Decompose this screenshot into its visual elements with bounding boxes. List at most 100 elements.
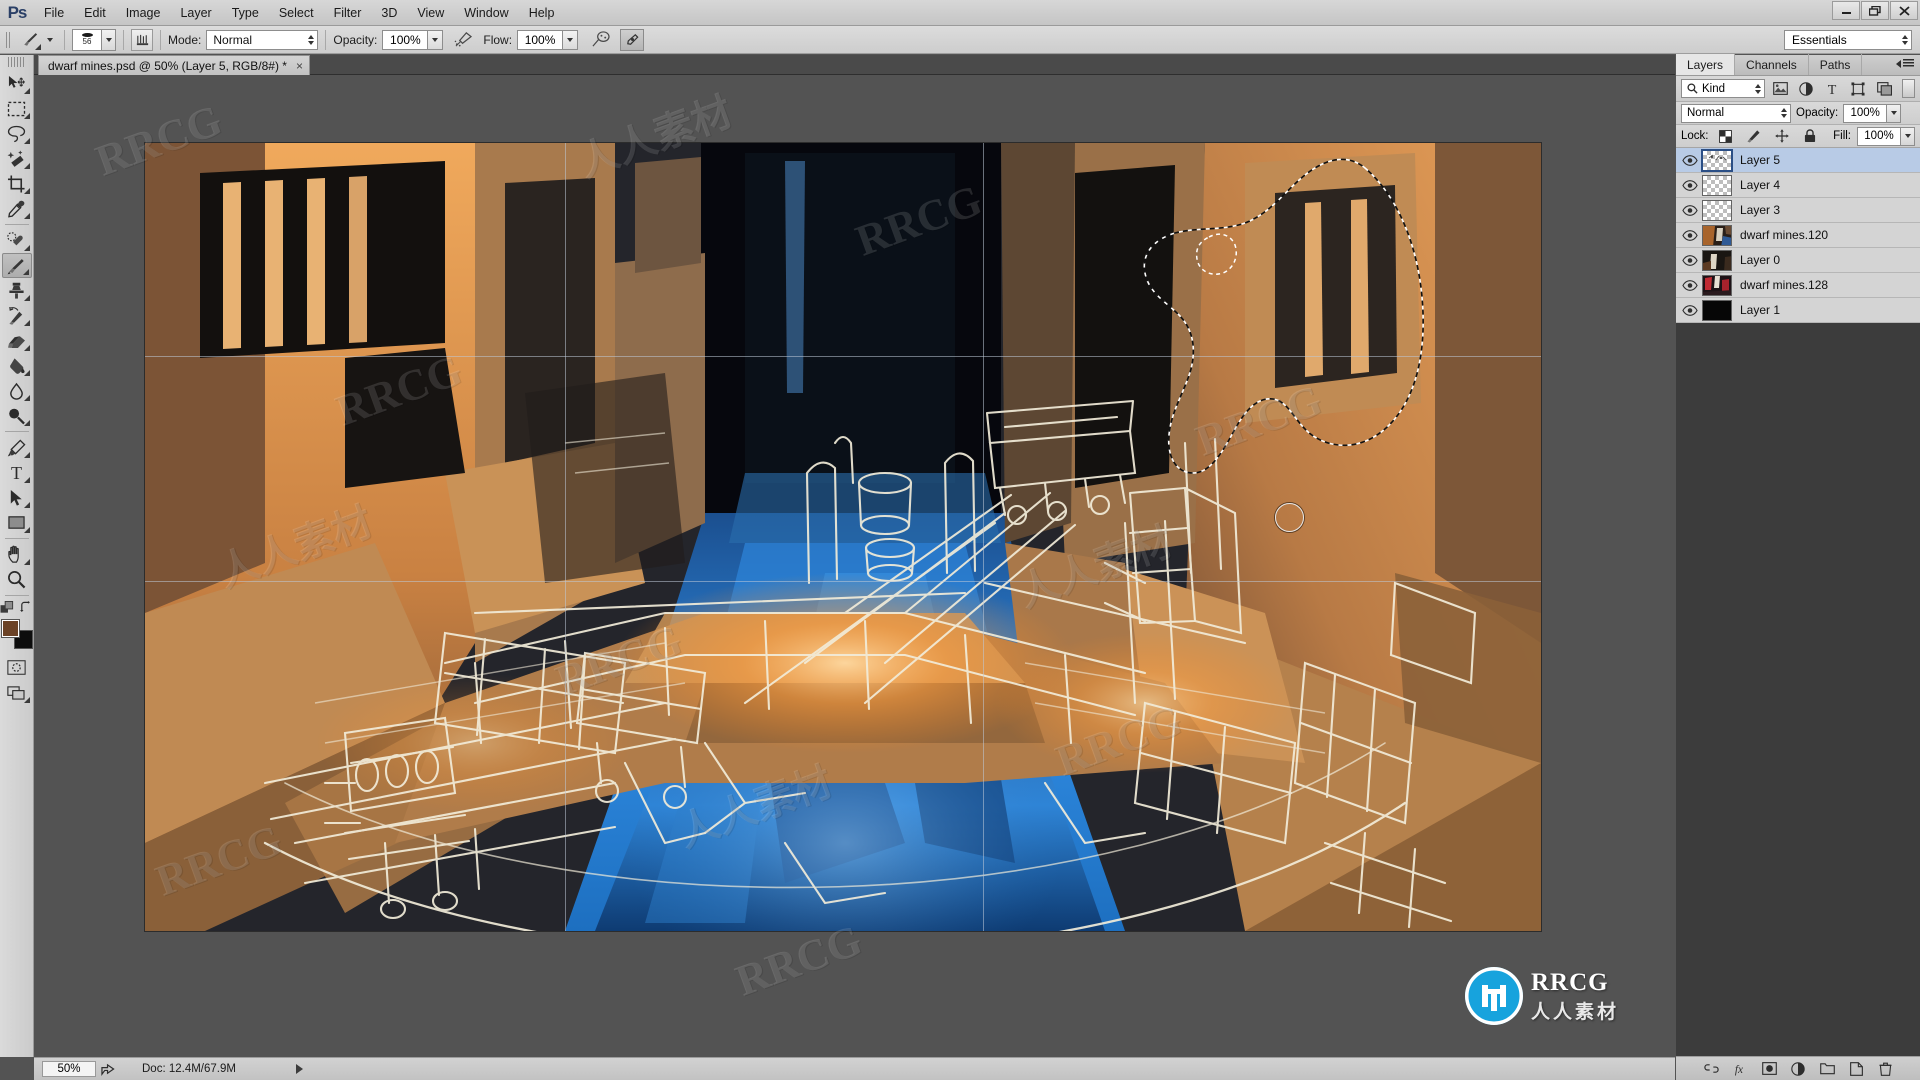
tools-panel-grip[interactable] (7, 57, 26, 67)
new-fill-adjustment-icon[interactable] (1790, 1061, 1806, 1077)
layer-thumbnail[interactable] (1701, 148, 1733, 172)
zoom-tool[interactable] (2, 567, 32, 592)
menu-3d[interactable]: 3D (371, 0, 407, 26)
brush-size-preset[interactable]: 56 (72, 28, 116, 51)
zoom-level-field[interactable]: 50% (42, 1061, 96, 1077)
panel-menu-icon[interactable] (1896, 59, 1914, 68)
link-layers-icon[interactable] (1703, 1061, 1719, 1077)
clone-stamp-tool[interactable] (2, 278, 32, 303)
color-swatches[interactable] (0, 619, 33, 649)
workspace-selector[interactable]: Essentials (1784, 30, 1912, 50)
layer-opacity-value[interactable]: 100% (1843, 103, 1888, 123)
flow-value[interactable]: 100% (517, 29, 564, 50)
layer-visibility-icon[interactable] (1678, 304, 1702, 316)
new-group-icon[interactable] (1819, 1061, 1835, 1077)
adjustment-filter-icon[interactable] (1795, 79, 1817, 99)
table-row[interactable]: Layer 5 (1676, 148, 1920, 173)
menu-select[interactable]: Select (269, 0, 324, 26)
spot-healing-brush-tool[interactable] (2, 228, 32, 253)
brush-preview[interactable]: 56 (72, 28, 102, 51)
table-row[interactable]: dwarf mines.120 (1676, 223, 1920, 248)
layer-thumbnail[interactable] (1702, 299, 1732, 321)
brush-picker-arrow[interactable] (102, 28, 116, 51)
minimize-button[interactable] (1832, 1, 1860, 20)
filter-enable-toggle[interactable] (1902, 79, 1915, 98)
layer-thumbnail[interactable] (1702, 224, 1732, 246)
blur-tool[interactable] (2, 378, 32, 403)
table-row[interactable]: dwarf mines.128 (1676, 273, 1920, 298)
pixel-filter-icon[interactable] (1769, 79, 1791, 99)
layer-thumbnail[interactable] (1702, 199, 1732, 221)
table-row[interactable]: Layer 1 (1676, 298, 1920, 323)
layer-visibility-icon[interactable] (1678, 154, 1702, 166)
fill-arrow[interactable] (1901, 126, 1915, 146)
layer-thumbnail[interactable] (1702, 174, 1732, 196)
layer-mask-icon[interactable] (1761, 1061, 1777, 1077)
table-row[interactable]: Layer 0 (1676, 248, 1920, 273)
menu-help[interactable]: Help (519, 0, 565, 26)
menu-image[interactable]: Image (116, 0, 171, 26)
pen-tool[interactable] (2, 435, 32, 460)
foreground-color-swatch[interactable] (0, 619, 20, 638)
path-selection-tool[interactable] (2, 485, 32, 510)
tablet-pressure-icon[interactable] (620, 28, 645, 51)
delete-layer-icon[interactable] (1877, 1061, 1893, 1077)
menu-window[interactable]: Window (454, 0, 518, 26)
menu-file[interactable]: File (34, 0, 74, 26)
fill-value[interactable]: 100% (1857, 126, 1901, 146)
tab-layers[interactable]: Layers (1676, 54, 1736, 75)
layer-blend-mode-select[interactable]: Normal (1681, 103, 1791, 123)
layer-visibility-icon[interactable] (1678, 229, 1702, 241)
filter-kind-select[interactable]: Kind (1681, 79, 1765, 98)
hand-tool[interactable] (2, 542, 32, 567)
eyedropper-tool[interactable] (2, 196, 32, 221)
menu-type[interactable]: Type (222, 0, 269, 26)
tab-paths[interactable]: Paths (1809, 54, 1863, 75)
rectangle-tool[interactable] (2, 510, 32, 535)
flow-dropdown-arrow[interactable] (563, 29, 579, 50)
history-brush-tool[interactable] (2, 303, 32, 328)
menu-filter[interactable]: Filter (324, 0, 372, 26)
lock-image-pixels-icon[interactable] (1743, 126, 1765, 146)
close-button[interactable] (1890, 1, 1918, 20)
expand-arrow-icon[interactable] (295, 1064, 303, 1074)
opacity-control[interactable]: 100% (382, 29, 444, 50)
new-layer-icon[interactable] (1848, 1061, 1864, 1077)
smartobject-filter-icon[interactable] (1873, 79, 1895, 99)
menu-edit[interactable]: Edit (74, 0, 116, 26)
shape-filter-icon[interactable] (1847, 79, 1869, 99)
airbrush-icon[interactable] (451, 29, 475, 51)
layer-thumbnail[interactable] (1702, 249, 1732, 271)
eraser-tool[interactable] (2, 328, 32, 353)
layer-visibility-icon[interactable] (1678, 254, 1702, 266)
lock-all-icon[interactable] (1799, 126, 1821, 146)
brush-preset-arrow[interactable] (43, 30, 57, 50)
options-bar-grip[interactable] (4, 29, 13, 50)
restore-button[interactable] (1861, 1, 1889, 20)
screen-mode-icon[interactable] (2, 680, 32, 705)
rectangular-marquee-tool[interactable] (2, 96, 32, 121)
quick-selection-tool[interactable] (2, 146, 32, 171)
horizontal-type-tool[interactable]: T (2, 460, 32, 485)
current-tool-brush-icon[interactable] (17, 27, 43, 52)
flow-control[interactable]: 100% (517, 29, 579, 50)
crop-tool[interactable] (2, 171, 32, 196)
opacity-value[interactable]: 100% (382, 29, 429, 50)
lock-position-icon[interactable] (1771, 126, 1793, 146)
layer-visibility-icon[interactable] (1678, 204, 1702, 216)
layer-opacity-control[interactable]: 100% (1843, 103, 1902, 123)
close-icon[interactable]: × (296, 60, 303, 72)
dodge-tool[interactable] (2, 403, 32, 428)
tab-channels[interactable]: Channels (1735, 54, 1809, 75)
airbrush-mode-icon[interactable] (588, 29, 612, 51)
artboard[interactable] (145, 143, 1541, 931)
layer-style-icon[interactable]: fx (1732, 1061, 1748, 1077)
brush-panel-toggle-icon[interactable] (131, 28, 153, 51)
table-row[interactable]: Layer 4 (1676, 173, 1920, 198)
lock-transparent-pixels-icon[interactable] (1715, 126, 1737, 146)
menu-layer[interactable]: Layer (170, 0, 221, 26)
table-row[interactable]: Layer 3 (1676, 198, 1920, 223)
fill-control[interactable]: 100% (1857, 126, 1915, 146)
canvas-area[interactable]: RRCG RRCG RRCG RRCG RRCG RRCG RRCG RRCG … (34, 75, 1675, 1057)
menu-view[interactable]: View (407, 0, 454, 26)
